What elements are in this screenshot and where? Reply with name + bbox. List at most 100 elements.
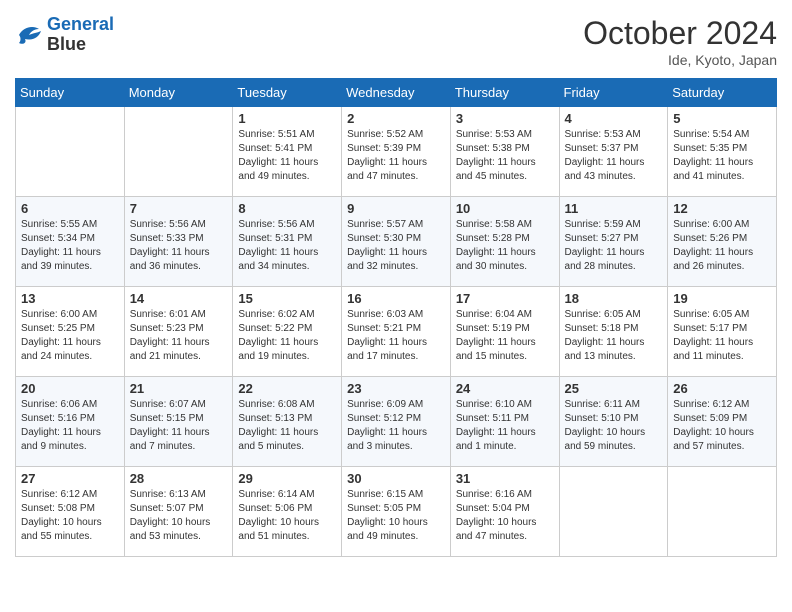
calendar-cell: 11Sunrise: 5:59 AM Sunset: 5:27 PM Dayli… bbox=[559, 197, 668, 287]
col-header-thursday: Thursday bbox=[450, 79, 559, 107]
day-info: Sunrise: 5:51 AM Sunset: 5:41 PM Dayligh… bbox=[238, 128, 336, 184]
day-info: Sunrise: 6:00 AM Sunset: 5:26 PM Dayligh… bbox=[673, 218, 771, 274]
calendar-cell: 1 Sunrise: 5:51 AM Sunset: 5:41 PM Daylig… bbox=[233, 107, 342, 197]
col-header-tuesday: Tuesday bbox=[233, 79, 342, 107]
calendar-cell: 10Sunrise: 5:58 AM Sunset: 5:28 PM Dayli… bbox=[450, 197, 559, 287]
calendar-cell: 7Sunrise: 5:56 AM Sunset: 5:33 PM Daylig… bbox=[124, 197, 233, 287]
calendar-cell: 21 Sunrise: 6:07 AM Sunset: 5:15 PM Dayli… bbox=[124, 377, 233, 467]
calendar-cell: 15Sunrise: 6:02 AM Sunset: 5:22 PM Dayli… bbox=[233, 287, 342, 377]
location-subtitle: Ide, Kyoto, Japan bbox=[583, 52, 777, 68]
day-number: 30 bbox=[347, 471, 445, 486]
calendar-cell: 4Sunrise: 5:53 AM Sunset: 5:37 PM Daylig… bbox=[559, 107, 668, 197]
day-number: 7 bbox=[130, 201, 228, 216]
day-info: Sunrise: 6:00 AM Sunset: 5:25 PM Dayligh… bbox=[21, 308, 119, 364]
calendar-cell: 9 Sunrise: 5:57 AM Sunset: 5:30 PM Daylig… bbox=[342, 197, 451, 287]
day-number: 21 bbox=[130, 381, 228, 396]
day-number: 19 bbox=[673, 291, 771, 306]
day-info: Sunrise: 6:12 AM Sunset: 5:09 PM Dayligh… bbox=[673, 398, 771, 454]
day-number: 8 bbox=[238, 201, 336, 216]
day-number: 9 bbox=[347, 201, 445, 216]
calendar-cell: 14 Sunrise: 6:01 AM Sunset: 5:23 PM Dayli… bbox=[124, 287, 233, 377]
calendar-cell: 26 Sunrise: 6:12 AM Sunset: 5:09 PM Dayli… bbox=[668, 377, 777, 467]
calendar-cell: 27Sunrise: 6:12 AM Sunset: 5:08 PM Dayli… bbox=[16, 467, 125, 557]
col-header-friday: Friday bbox=[559, 79, 668, 107]
calendar-week-2: 6Sunrise: 5:55 AM Sunset: 5:34 PM Daylig… bbox=[16, 197, 777, 287]
day-number: 22 bbox=[238, 381, 336, 396]
calendar-cell: 17Sunrise: 6:04 AM Sunset: 5:19 PM Dayli… bbox=[450, 287, 559, 377]
title-area: October 2024 Ide, Kyoto, Japan bbox=[583, 15, 777, 68]
calendar-cell: 2 Sunrise: 5:52 AM Sunset: 5:39 PM Daylig… bbox=[342, 107, 451, 197]
calendar-cell: 19 Sunrise: 6:05 AM Sunset: 5:17 PM Dayli… bbox=[668, 287, 777, 377]
calendar-cell: 28 Sunrise: 6:13 AM Sunset: 5:07 PM Dayli… bbox=[124, 467, 233, 557]
col-header-monday: Monday bbox=[124, 79, 233, 107]
day-info: Sunrise: 5:59 AM Sunset: 5:27 PM Dayligh… bbox=[565, 218, 663, 274]
day-number: 14 bbox=[130, 291, 228, 306]
calendar-cell: 31 Sunrise: 6:16 AM Sunset: 5:04 PM Dayli… bbox=[450, 467, 559, 557]
calendar-cell: 30 Sunrise: 6:15 AM Sunset: 5:05 PM Dayli… bbox=[342, 467, 451, 557]
col-header-saturday: Saturday bbox=[668, 79, 777, 107]
day-info: Sunrise: 5:54 AM Sunset: 5:35 PM Dayligh… bbox=[673, 128, 771, 184]
day-number: 28 bbox=[130, 471, 228, 486]
day-number: 6 bbox=[21, 201, 119, 216]
day-number: 26 bbox=[673, 381, 771, 396]
calendar-table: SundayMondayTuesdayWednesdayThursdayFrid… bbox=[15, 78, 777, 557]
calendar-cell: 8 Sunrise: 5:56 AM Sunset: 5:31 PM Daylig… bbox=[233, 197, 342, 287]
day-info: Sunrise: 6:16 AM Sunset: 5:04 PM Dayligh… bbox=[456, 488, 554, 544]
col-header-wednesday: Wednesday bbox=[342, 79, 451, 107]
day-number: 15 bbox=[238, 291, 336, 306]
day-info: Sunrise: 6:08 AM Sunset: 5:13 PM Dayligh… bbox=[238, 398, 336, 454]
day-number: 13 bbox=[21, 291, 119, 306]
calendar-week-1: 1 Sunrise: 5:51 AM Sunset: 5:41 PM Daylig… bbox=[16, 107, 777, 197]
calendar-cell: 6Sunrise: 5:55 AM Sunset: 5:34 PM Daylig… bbox=[16, 197, 125, 287]
month-title: October 2024 bbox=[583, 15, 777, 52]
day-number: 16 bbox=[347, 291, 445, 306]
calendar-cell: 23 Sunrise: 6:09 AM Sunset: 5:12 PM Dayli… bbox=[342, 377, 451, 467]
day-info: Sunrise: 6:11 AM Sunset: 5:10 PM Dayligh… bbox=[565, 398, 663, 454]
calendar-cell bbox=[559, 467, 668, 557]
day-number: 4 bbox=[565, 111, 663, 126]
day-number: 23 bbox=[347, 381, 445, 396]
calendar-cell bbox=[16, 107, 125, 197]
day-number: 24 bbox=[456, 381, 554, 396]
day-info: Sunrise: 6:09 AM Sunset: 5:12 PM Dayligh… bbox=[347, 398, 445, 454]
calendar-cell: 20Sunrise: 6:06 AM Sunset: 5:16 PM Dayli… bbox=[16, 377, 125, 467]
calendar-cell: 22 Sunrise: 6:08 AM Sunset: 5:13 PM Dayli… bbox=[233, 377, 342, 467]
day-number: 2 bbox=[347, 111, 445, 126]
day-info: Sunrise: 5:52 AM Sunset: 5:39 PM Dayligh… bbox=[347, 128, 445, 184]
calendar-cell bbox=[668, 467, 777, 557]
day-info: Sunrise: 6:10 AM Sunset: 5:11 PM Dayligh… bbox=[456, 398, 554, 454]
calendar-cell: 3 Sunrise: 5:53 AM Sunset: 5:38 PM Daylig… bbox=[450, 107, 559, 197]
day-number: 3 bbox=[456, 111, 554, 126]
calendar-header-row: SundayMondayTuesdayWednesdayThursdayFrid… bbox=[16, 79, 777, 107]
day-number: 5 bbox=[673, 111, 771, 126]
day-info: Sunrise: 6:03 AM Sunset: 5:21 PM Dayligh… bbox=[347, 308, 445, 364]
day-number: 10 bbox=[456, 201, 554, 216]
day-info: Sunrise: 5:53 AM Sunset: 5:38 PM Dayligh… bbox=[456, 128, 554, 184]
calendar-cell bbox=[124, 107, 233, 197]
logo-icon bbox=[15, 23, 43, 47]
day-info: Sunrise: 6:13 AM Sunset: 5:07 PM Dayligh… bbox=[130, 488, 228, 544]
day-number: 1 bbox=[238, 111, 336, 126]
day-number: 12 bbox=[673, 201, 771, 216]
calendar-cell: 24 Sunrise: 6:10 AM Sunset: 5:11 PM Dayli… bbox=[450, 377, 559, 467]
day-info: Sunrise: 6:05 AM Sunset: 5:17 PM Dayligh… bbox=[673, 308, 771, 364]
day-info: Sunrise: 6:01 AM Sunset: 5:23 PM Dayligh… bbox=[130, 308, 228, 364]
calendar-cell: 16 Sunrise: 6:03 AM Sunset: 5:21 PM Dayli… bbox=[342, 287, 451, 377]
calendar-cell: 5 Sunrise: 5:54 AM Sunset: 5:35 PM Daylig… bbox=[668, 107, 777, 197]
day-info: Sunrise: 6:07 AM Sunset: 5:15 PM Dayligh… bbox=[130, 398, 228, 454]
day-info: Sunrise: 5:56 AM Sunset: 5:31 PM Dayligh… bbox=[238, 218, 336, 274]
day-info: Sunrise: 6:05 AM Sunset: 5:18 PM Dayligh… bbox=[565, 308, 663, 364]
day-number: 29 bbox=[238, 471, 336, 486]
calendar-week-4: 20Sunrise: 6:06 AM Sunset: 5:16 PM Dayli… bbox=[16, 377, 777, 467]
page-header: GeneralBlue October 2024 Ide, Kyoto, Jap… bbox=[15, 15, 777, 68]
day-info: Sunrise: 6:04 AM Sunset: 5:19 PM Dayligh… bbox=[456, 308, 554, 364]
calendar-cell: 12 Sunrise: 6:00 AM Sunset: 5:26 PM Dayli… bbox=[668, 197, 777, 287]
calendar-week-5: 27Sunrise: 6:12 AM Sunset: 5:08 PM Dayli… bbox=[16, 467, 777, 557]
day-info: Sunrise: 6:06 AM Sunset: 5:16 PM Dayligh… bbox=[21, 398, 119, 454]
day-number: 31 bbox=[456, 471, 554, 486]
calendar-body: 1 Sunrise: 5:51 AM Sunset: 5:41 PM Daylig… bbox=[16, 107, 777, 557]
day-info: Sunrise: 6:12 AM Sunset: 5:08 PM Dayligh… bbox=[21, 488, 119, 544]
day-info: Sunrise: 5:57 AM Sunset: 5:30 PM Dayligh… bbox=[347, 218, 445, 274]
logo: GeneralBlue bbox=[15, 15, 114, 55]
day-info: Sunrise: 6:15 AM Sunset: 5:05 PM Dayligh… bbox=[347, 488, 445, 544]
